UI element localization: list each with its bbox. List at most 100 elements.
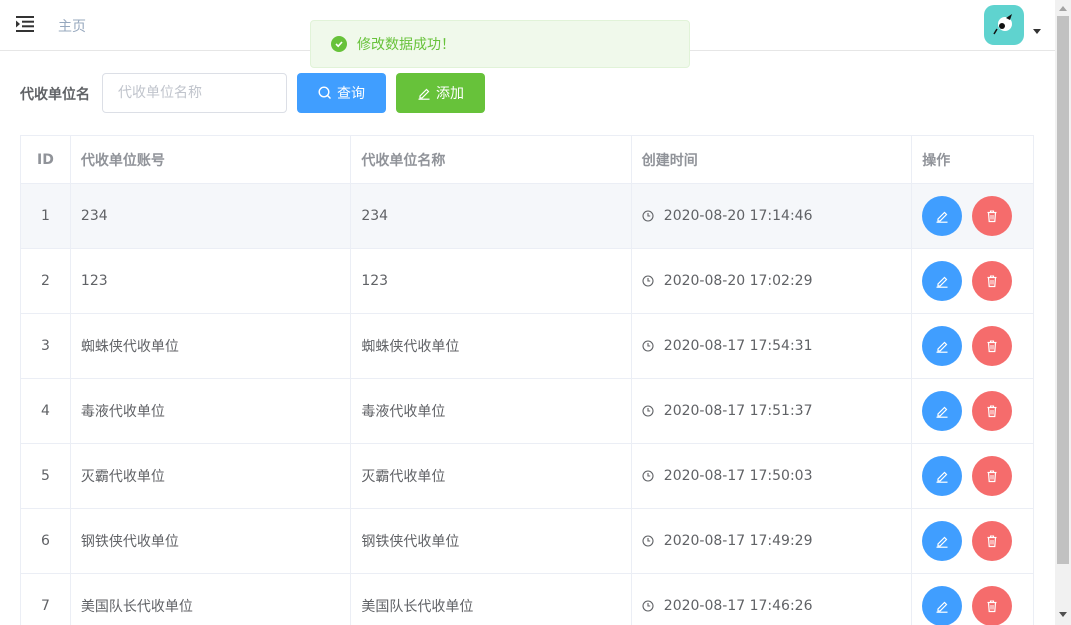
edit-icon xyxy=(936,601,948,613)
delete-row-button[interactable] xyxy=(972,586,1013,625)
delete-row-button[interactable] xyxy=(972,391,1013,431)
created-time-text: 2020-08-20 17:02:29 xyxy=(663,273,813,289)
cell-created: 2020-08-17 17:54:31 xyxy=(632,314,913,378)
cell-name: 灭霸代收单位 xyxy=(351,444,632,508)
delete-icon xyxy=(987,535,997,548)
clock-icon xyxy=(642,535,654,547)
cell-name: 234 xyxy=(351,184,632,248)
avatar[interactable] xyxy=(984,5,1024,45)
add-button-label: 添加 xyxy=(436,86,464,102)
edit-row-button[interactable] xyxy=(922,456,963,496)
edit-icon xyxy=(936,471,948,483)
breadcrumb-home[interactable]: 主页 xyxy=(58,16,86,36)
cell-created: 2020-08-17 17:50:03 xyxy=(632,444,913,508)
cell-created: 2020-08-20 17:02:29 xyxy=(632,249,913,313)
cell-actions xyxy=(912,379,1033,443)
delete-row-button[interactable] xyxy=(972,261,1013,301)
cell-created: 2020-08-17 17:51:37 xyxy=(632,379,913,443)
success-toast: 修改数据成功！ xyxy=(310,20,690,68)
table-row: 6 钢铁侠代收单位 钢铁侠代收单位 2020-08-17 17:49:29 xyxy=(21,509,1033,574)
table-row: 2 123 123 2020-08-20 17:02:29 xyxy=(21,249,1033,314)
column-header-id: ID xyxy=(21,136,71,183)
scrollbar-thumb[interactable] xyxy=(1057,16,1069,564)
cell-actions xyxy=(912,249,1033,313)
edit-row-button[interactable] xyxy=(922,521,963,561)
table-row: 4 毒液代收单位 毒液代收单位 2020-08-17 17:51:37 xyxy=(21,379,1033,444)
cell-id: 6 xyxy=(21,509,71,573)
column-header-account: 代收单位账号 xyxy=(71,136,352,183)
table-row: 5 灭霸代收单位 灭霸代收单位 2020-08-17 17:50:03 xyxy=(21,444,1033,509)
cell-created: 2020-08-17 17:49:29 xyxy=(632,509,913,573)
edit-row-button[interactable] xyxy=(922,391,963,431)
delete-icon xyxy=(987,470,997,483)
cell-name: 123 xyxy=(351,249,632,313)
table-row: 3 蜘蛛侠代收单位 蜘蛛侠代收单位 2020-08-17 17:54:31 xyxy=(21,314,1033,379)
cell-id: 4 xyxy=(21,379,71,443)
cell-account: 钢铁侠代收单位 xyxy=(71,509,352,573)
cell-id: 1 xyxy=(21,184,71,248)
clock-icon xyxy=(642,340,654,352)
edit-row-button[interactable] xyxy=(922,586,963,625)
column-header-created: 创建时间 xyxy=(632,136,913,183)
delete-row-button[interactable] xyxy=(972,456,1013,496)
collection-unit-table: ID 代收单位账号 代收单位名称 创建时间 操作 1 234 234 2020-08-… xyxy=(20,135,1034,625)
delete-row-button[interactable] xyxy=(972,326,1013,366)
cell-id: 2 xyxy=(21,249,71,313)
cell-actions xyxy=(912,314,1033,378)
scroll-down-arrow-icon[interactable] xyxy=(1059,612,1067,617)
scroll-up-arrow-icon[interactable] xyxy=(1059,6,1067,11)
edit-icon xyxy=(936,536,948,548)
edit-row-button[interactable] xyxy=(922,196,963,236)
delete-icon xyxy=(987,600,997,613)
table-header-row: ID 代收单位账号 代收单位名称 创建时间 操作 xyxy=(21,136,1033,184)
delete-row-button[interactable] xyxy=(972,521,1013,561)
cell-account: 美国队长代收单位 xyxy=(71,574,352,625)
cell-created: 2020-08-17 17:46:26 xyxy=(632,574,913,625)
search-button-label: 查询 xyxy=(337,86,365,102)
edit-icon xyxy=(936,406,948,418)
cell-id: 3 xyxy=(21,314,71,378)
table-row: 7 美国队长代收单位 美国队长代收单位 2020-08-17 17:46:26 xyxy=(21,574,1033,625)
cell-account: 234 xyxy=(71,184,352,248)
menu-fold-icon[interactable] xyxy=(16,16,34,32)
clock-icon xyxy=(642,405,654,417)
cell-created: 2020-08-20 17:14:46 xyxy=(632,184,913,248)
edit-row-button[interactable] xyxy=(922,326,963,366)
unit-name-search-input[interactable] xyxy=(102,73,287,113)
clock-icon xyxy=(642,210,654,222)
delete-icon xyxy=(987,405,997,418)
created-time-text: 2020-08-17 17:46:26 xyxy=(663,598,813,614)
clock-icon xyxy=(642,470,654,482)
vertical-scrollbar[interactable] xyxy=(1055,0,1071,625)
table-body: 1 234 234 2020-08-20 17:14:46 2 123 123 2020-08… xyxy=(21,184,1033,625)
filter-label: 代收单位名 xyxy=(20,87,90,103)
cell-name: 钢铁侠代收单位 xyxy=(351,509,632,573)
cell-name: 蜘蛛侠代收单位 xyxy=(351,314,632,378)
created-time-text: 2020-08-20 17:14:46 xyxy=(663,208,813,224)
cell-account: 毒液代收单位 xyxy=(71,379,352,443)
caret-down-icon[interactable] xyxy=(1033,29,1041,34)
cell-account: 灭霸代收单位 xyxy=(71,444,352,508)
clock-icon xyxy=(642,600,654,612)
column-header-actions: 操作 xyxy=(922,152,951,169)
delete-icon xyxy=(987,340,997,353)
toast-message: 修改数据成功！ xyxy=(357,37,455,53)
edit-row-button[interactable] xyxy=(922,261,963,301)
cell-name: 美国队长代收单位 xyxy=(351,574,632,625)
cell-account: 123 xyxy=(71,249,352,313)
created-time-text: 2020-08-17 17:51:37 xyxy=(663,403,813,419)
created-time-text: 2020-08-17 17:50:03 xyxy=(663,468,813,484)
delete-row-button[interactable] xyxy=(972,196,1013,236)
cell-actions xyxy=(912,184,1033,248)
edit-icon xyxy=(936,341,948,353)
delete-icon xyxy=(987,210,997,223)
edit-icon xyxy=(418,88,430,100)
cell-name: 毒液代收单位 xyxy=(351,379,632,443)
search-button[interactable]: 查询 xyxy=(297,73,386,113)
edit-icon xyxy=(936,211,948,223)
search-icon xyxy=(318,86,331,99)
check-icon xyxy=(331,36,347,52)
add-button[interactable]: 添加 xyxy=(396,73,485,113)
created-time-text: 2020-08-17 17:49:29 xyxy=(663,533,813,549)
cell-actions xyxy=(912,444,1033,508)
